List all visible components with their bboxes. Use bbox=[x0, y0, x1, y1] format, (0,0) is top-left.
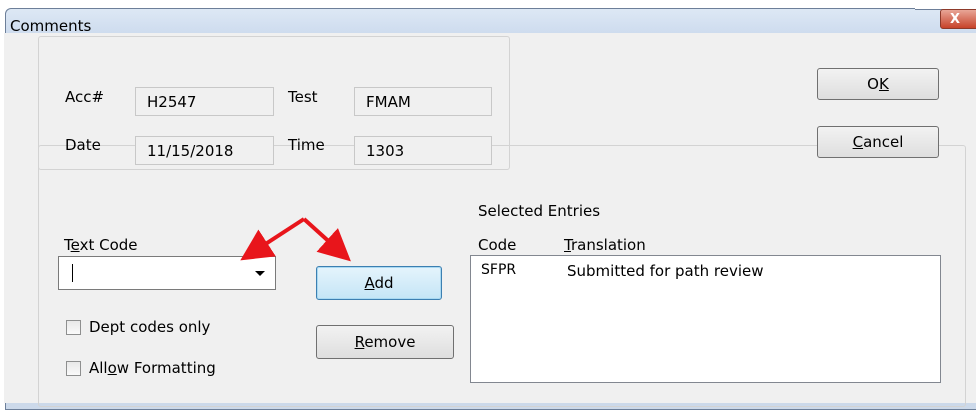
annotation-arrow-right bbox=[302, 217, 351, 262]
annotation-arrow-left bbox=[240, 217, 306, 261]
annotation-arrows bbox=[240, 217, 351, 262]
